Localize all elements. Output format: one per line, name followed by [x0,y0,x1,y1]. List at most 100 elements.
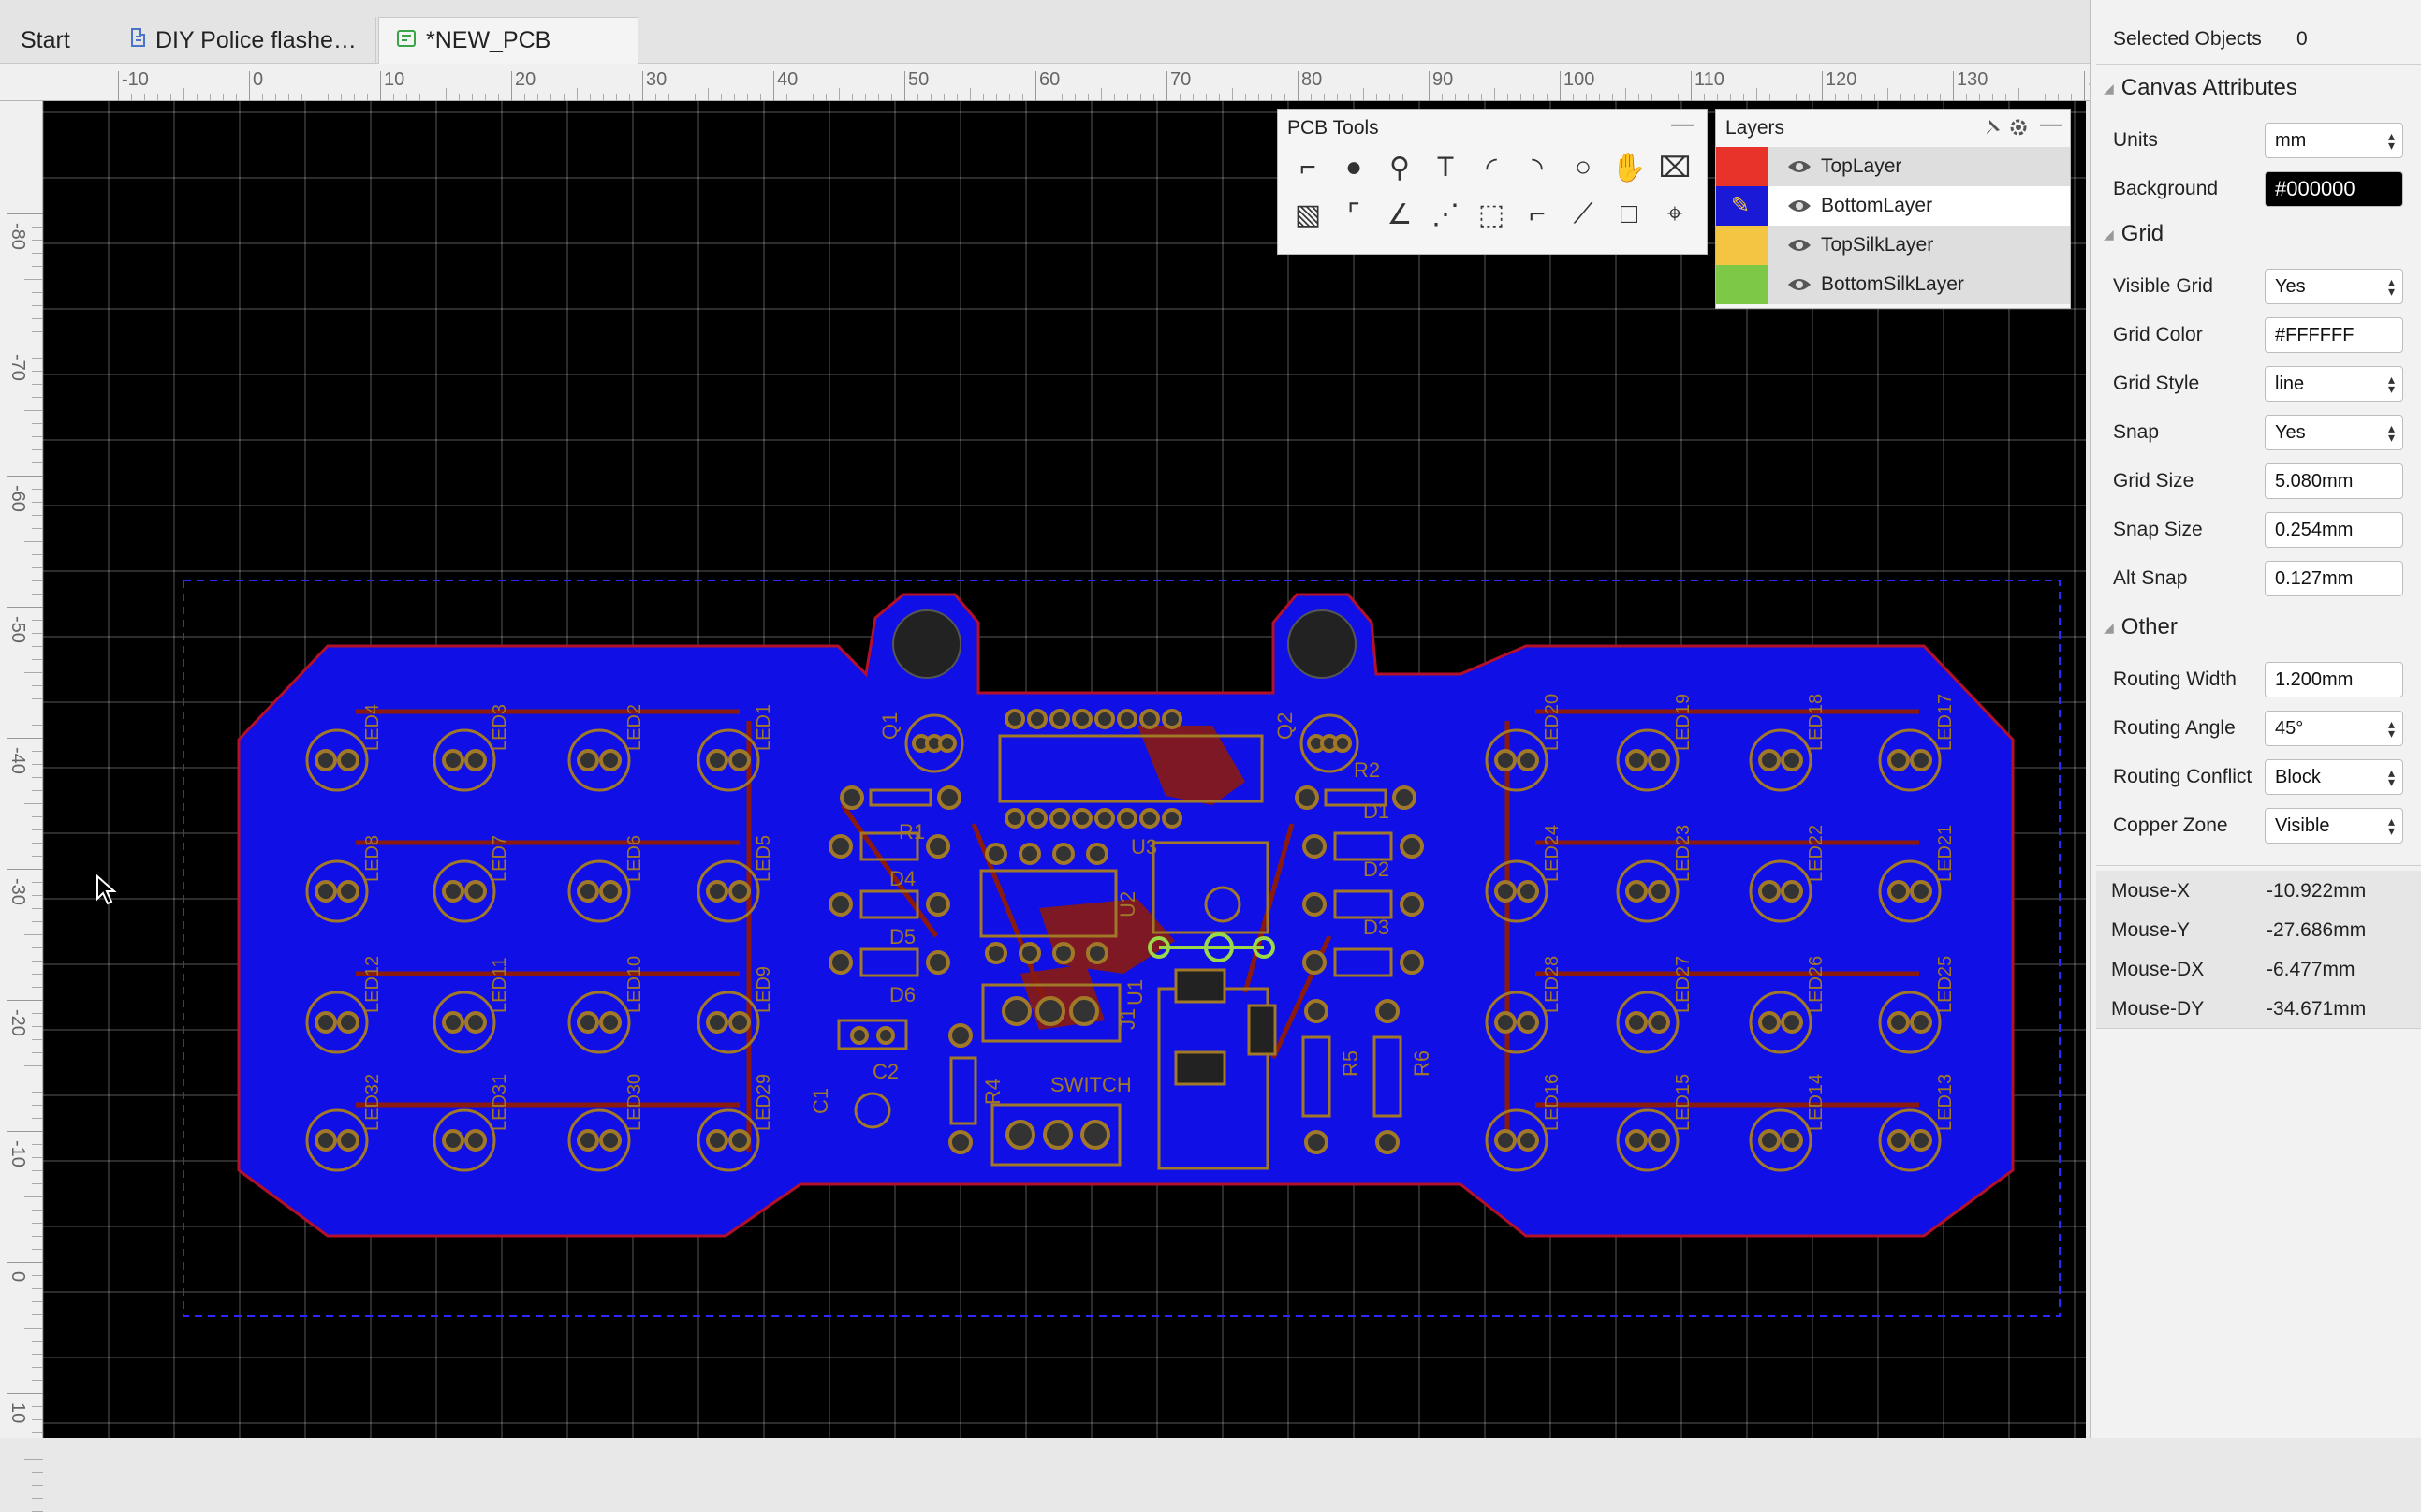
layer-color-swatch[interactable] [1716,226,1768,265]
grid-size-input[interactable]: 5.080mm [2265,463,2403,499]
pad[interactable] [1094,808,1115,829]
canvas-attributes-header[interactable]: ◢ Canvas Attributes [2104,75,2297,101]
routing-width-input[interactable]: 1.200mm [2265,662,2403,697]
pad[interactable] [1019,942,1041,964]
pad[interactable] [1400,950,1424,975]
layer-color-swatch[interactable] [1716,147,1768,186]
pad[interactable] [926,950,950,975]
angle-icon[interactable]: ∠ [1379,194,1420,235]
pad[interactable] [1302,950,1327,975]
grid-style-select[interactable]: line ▴ ▾ [2265,366,2403,402]
pad[interactable] [1005,1120,1035,1150]
layer-color-swatch[interactable] [1716,265,1768,304]
via-icon[interactable]: ⚲ [1379,147,1420,188]
tab-schematic[interactable]: DIY Police flashe… [112,17,376,64]
text-icon[interactable]: T [1425,147,1466,188]
grid-header[interactable]: ◢ Grid [2104,221,2164,247]
pad[interactable] [948,1023,973,1048]
layer-row-toplayer[interactable]: TopLayer [1716,147,2070,186]
eye-icon[interactable] [1787,158,1812,180]
pad[interactable] [1333,734,1352,753]
pad[interactable] [876,1026,895,1045]
image-icon[interactable]: ▧ [1287,194,1328,235]
pad[interactable] [1005,808,1025,829]
pad[interactable] [1072,808,1093,829]
arc-ccw-icon[interactable]: ◝ [1517,147,1558,188]
pad[interactable] [926,892,950,917]
pad[interactable] [948,1130,973,1154]
copper-zone-select[interactable]: Visible ▴ ▾ [2265,808,2403,844]
pad[interactable] [829,892,853,917]
pad[interactable] [926,834,950,859]
pad[interactable] [1043,1120,1073,1150]
pad[interactable] [1035,996,1065,1026]
layer-color-swatch[interactable]: ✎ [1716,186,1768,226]
pad[interactable] [1072,709,1093,729]
snap-select[interactable]: Yes ▴ ▾ [2265,415,2403,450]
pad[interactable] [1094,709,1115,729]
canvas-origin-icon[interactable]: ⌖ [1654,194,1695,235]
pad[interactable] [1392,785,1416,810]
pad[interactable] [1304,999,1328,1023]
settings-gear-icon[interactable] [2008,117,2029,142]
pad[interactable] [1139,808,1160,829]
tab-new-pcb[interactable]: *NEW_PCB [378,17,638,64]
rectangle-icon[interactable]: □ [1608,194,1650,235]
tab-start[interactable]: Start [0,17,110,64]
pad[interactable] [1295,785,1319,810]
pad[interactable] [1117,709,1137,729]
pad[interactable] [1117,808,1137,829]
routing-conflict-select[interactable]: Block ▴ ▾ [2265,759,2403,795]
routing-angle-select[interactable]: 45° ▴ ▾ [2265,711,2403,746]
circle-icon[interactable]: ○ [1563,147,1604,188]
minimize-icon[interactable]: — [1671,111,1694,138]
pad[interactable] [985,942,1007,964]
pad[interactable] [938,734,957,753]
pad[interactable] [985,843,1007,865]
pad[interactable] [1375,1130,1400,1154]
pad[interactable] [829,950,853,975]
pin-icon[interactable] [1982,117,2003,142]
other-header[interactable]: ◢ Other [2104,614,2178,640]
pad-icon[interactable]: ● [1333,147,1374,188]
pad[interactable] [1052,843,1075,865]
pad[interactable] [1002,996,1032,1026]
eye-icon[interactable] [1787,198,1812,219]
pad[interactable] [1302,834,1327,859]
dimension-icon[interactable]: ⌜ [1333,194,1374,235]
pad[interactable] [1400,892,1424,917]
solid-region-icon[interactable]: ⬚ [1471,194,1512,235]
connect-pad-icon[interactable]: ⋰ [1425,194,1466,235]
pad[interactable] [1139,709,1160,729]
pad[interactable] [1049,709,1070,729]
pad[interactable] [937,785,961,810]
pad[interactable] [1049,808,1070,829]
pad[interactable] [1304,1130,1328,1154]
pad[interactable] [1027,808,1048,829]
copper-area-icon[interactable]: ⌧ [1654,147,1695,188]
pad[interactable] [1080,1120,1110,1150]
measure-icon[interactable]: ⟋ [1563,194,1604,235]
pad[interactable] [1019,843,1041,865]
units-select[interactable]: mm ▴ ▾ [2265,123,2403,158]
board-outline-icon[interactable]: ⌐ [1517,194,1558,235]
pad[interactable] [850,1026,869,1045]
pad[interactable] [1375,999,1400,1023]
grid-color-field[interactable]: #FFFFFF [2265,317,2403,353]
hand-icon[interactable]: ✋ [1608,147,1650,188]
alt-snap-input[interactable]: 0.127mm [2265,561,2403,596]
pad[interactable] [1086,843,1108,865]
pad[interactable] [1005,709,1025,729]
snap-size-input[interactable]: 0.254mm [2265,512,2403,548]
pad[interactable] [1400,834,1424,859]
pad[interactable] [840,785,864,810]
pad[interactable] [1162,808,1182,829]
layer-row-bottomsilklayer[interactable]: BottomSilkLayer [1716,265,2070,304]
minimize-icon[interactable]: — [2040,111,2062,138]
pad[interactable] [1027,709,1048,729]
layer-row-topsilklayer[interactable]: TopSilkLayer [1716,226,2070,265]
pad[interactable] [1052,942,1075,964]
arc-icon[interactable]: ◜ [1471,147,1512,188]
pad[interactable] [829,834,853,859]
track-icon[interactable]: ⌐ [1287,147,1328,188]
